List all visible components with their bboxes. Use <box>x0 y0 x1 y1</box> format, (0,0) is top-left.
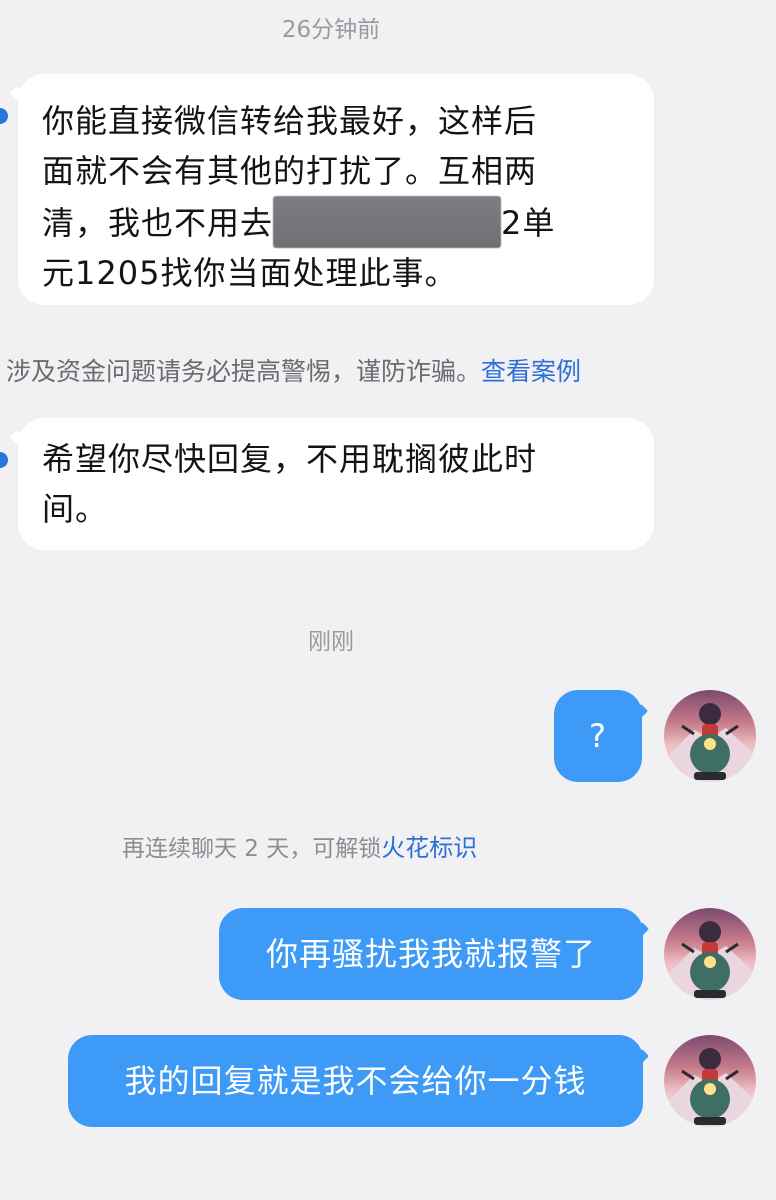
user-avatar[interactable] <box>664 908 756 1000</box>
message-line: 元1205找你当面处理此事。 <box>42 254 458 292</box>
message-text: 你再骚扰我我就报警了 <box>265 935 596 973</box>
rider-scooter-icon <box>664 703 756 782</box>
streak-hint: 再连续聊天 2 天，可解锁火花标识 <box>122 828 477 863</box>
outgoing-message-bubble[interactable]: ? <box>554 690 642 782</box>
view-cases-link[interactable]: 查看案例 <box>481 357 581 386</box>
message-text: 清，我也不用去 <box>42 204 274 242</box>
sender-avatar-edge[interactable] <box>0 108 8 124</box>
rider-scooter-icon <box>664 921 756 1000</box>
message-line: 面就不会有其他的打扰了。互相两 <box>42 152 538 190</box>
fraud-warning: 涉及资金问题请务必提高警惕，谨防诈骗。查看案例 <box>6 352 581 388</box>
timestamp-just-now: 刚刚 <box>308 629 354 655</box>
message-text: ? <box>589 717 607 755</box>
incoming-message-bubble[interactable]: 你能直接微信转给我最好，这样后 面就不会有其他的打扰了。互相两 清，我也不用去 2… <box>18 74 654 305</box>
message-text: 2单 <box>501 204 556 242</box>
user-avatar[interactable] <box>664 690 756 782</box>
redacted-address-block <box>273 196 502 248</box>
spark-badge-link[interactable]: 火花标识 <box>381 834 477 862</box>
message-line: 希望你尽快回复，不用耽搁彼此时 <box>42 440 538 478</box>
fraud-warning-text: 涉及资金问题请务必提高警惕，谨防诈骗。 <box>6 357 482 386</box>
user-avatar[interactable] <box>664 1035 756 1127</box>
message-line: 清，我也不用去 2单 <box>42 196 624 248</box>
incoming-message-bubble[interactable]: 希望你尽快回复，不用耽搁彼此时 间。 <box>18 418 654 550</box>
streak-hint-text: 再连续聊天 2 天，可解锁 <box>122 836 382 862</box>
outgoing-message-bubble[interactable]: 你再骚扰我我就报警了 <box>219 908 643 1000</box>
message-line: 你能直接微信转给我最好，这样后 <box>42 102 538 140</box>
rider-scooter-icon <box>664 1048 756 1127</box>
message-line: 间。 <box>42 490 109 528</box>
message-text: 我的回复就是我不会给你一分钱 <box>124 1062 587 1100</box>
outgoing-message-bubble[interactable]: 我的回复就是我不会给你一分钱 <box>68 1035 643 1127</box>
timestamp-26-min-ago: 26分钟前 <box>281 17 381 43</box>
sender-avatar-edge[interactable] <box>0 452 8 468</box>
